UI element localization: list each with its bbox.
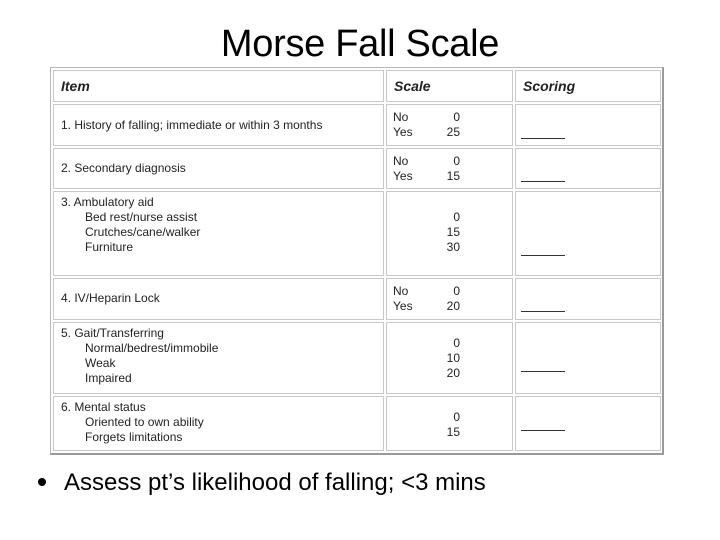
scale-option-label: Yes (393, 169, 413, 183)
header-item: Item (53, 70, 384, 102)
scale-option-value: 0 (453, 154, 460, 168)
item-subitem: Oriented to own ability (85, 415, 204, 429)
scoring-field[interactable] (515, 396, 661, 451)
item-label: 5. Gait/Transferring (61, 326, 164, 340)
table-row-item: 1. History of falling; immediate or with… (53, 104, 384, 146)
scoring-blank[interactable] (521, 181, 565, 182)
table-row-item: 4. IV/Heparin Lock (53, 278, 384, 320)
bullet-dot-icon (38, 477, 46, 486)
scale-option-label: No (393, 154, 409, 168)
morse-fall-scale-table: Item Scale Scoring 1. History of falling… (50, 67, 664, 455)
scoring-blank[interactable] (521, 255, 565, 256)
scale-option-label: No (393, 284, 409, 298)
table-row-item: 5. Gait/Transferring Normal/bedrest/immo… (53, 322, 384, 394)
scale-option-label: Yes (393, 299, 413, 313)
scoring-blank[interactable] (521, 430, 565, 431)
table-row-scale: 0 15 (386, 396, 513, 451)
item-subitem: Furniture (85, 240, 134, 254)
scale-option-label: Yes (393, 125, 413, 139)
table-row-item: 2. Secondary diagnosis (53, 148, 384, 189)
scale-option-label: No (393, 110, 409, 124)
scale-option-value: 15 (446, 425, 460, 439)
header-scale: Scale (386, 70, 513, 102)
scoring-field[interactable] (515, 278, 661, 320)
scale-option-value: 0 (453, 210, 460, 224)
item-subitem: Weak (85, 356, 116, 370)
item-label: 3. Ambulatory aid (61, 195, 154, 209)
scale-option-value: 0 (453, 336, 460, 350)
scale-option-value: 0 (453, 110, 460, 124)
bullet-text: Assess pt’s likelihood of falling; <3 mi… (64, 469, 486, 496)
table-row-scale: No 0 Yes 20 (386, 278, 513, 320)
scoring-field[interactable] (515, 191, 661, 276)
table-row-scale: 0 15 30 (386, 191, 513, 276)
table-row-item: 6. Mental status Oriented to own ability… (53, 396, 384, 451)
scale-option-value: 10 (446, 351, 460, 365)
item-label: 1. History of falling; immediate or with… (61, 118, 323, 132)
scoring-blank[interactable] (521, 311, 565, 312)
item-label: 6. Mental status (61, 400, 146, 414)
scale-option-value: 15 (446, 169, 460, 183)
scoring-field[interactable] (515, 148, 661, 189)
item-label: 4. IV/Heparin Lock (61, 291, 160, 305)
scale-option-value: 30 (446, 240, 460, 254)
table-row-item: 3. Ambulatory aid Bed rest/nurse assist … (53, 191, 384, 276)
table-row-scale: No 0 Yes 25 (386, 104, 513, 146)
slide-title: Morse Fall Scale (220, 23, 500, 65)
scoring-field[interactable] (515, 322, 661, 394)
scoring-blank[interactable] (521, 138, 565, 139)
table-row-scale: No 0 Yes 15 (386, 148, 513, 189)
bullet-point: Assess pt’s likelihood of falling; <3 mi… (38, 465, 486, 501)
item-subitem: Bed rest/nurse assist (85, 210, 198, 224)
scale-option-value: 20 (446, 299, 460, 313)
item-subitem: Crutches/cane/walker (85, 225, 201, 239)
scale-option-value: 0 (453, 410, 460, 424)
item-subitem: Normal/bedrest/immobile (85, 341, 219, 355)
scale-option-value: 0 (453, 284, 460, 298)
table-row-scale: 0 10 20 (386, 322, 513, 394)
scale-option-value: 15 (446, 225, 460, 239)
scoring-blank[interactable] (521, 371, 565, 372)
item-subitem: Impaired (85, 371, 132, 385)
header-scoring: Scoring (515, 70, 661, 102)
scale-option-value: 25 (446, 125, 460, 139)
scale-option-value: 20 (446, 366, 460, 380)
item-label: 2. Secondary diagnosis (61, 161, 186, 175)
scoring-field[interactable] (515, 104, 661, 146)
item-subitem: Forgets limitations (85, 430, 183, 444)
